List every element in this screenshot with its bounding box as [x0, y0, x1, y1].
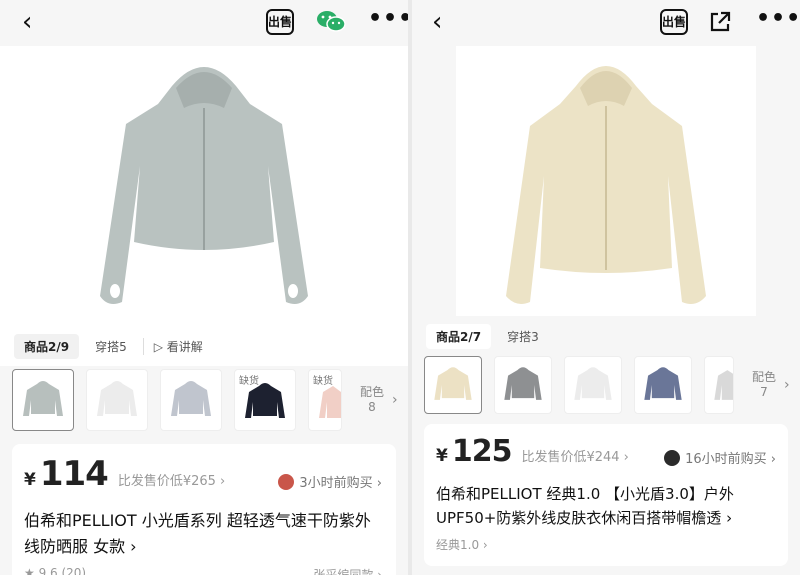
color-count: 配色 7 — [751, 370, 776, 399]
info-tabs: 商品2/9 穿搭5 ▷ 看讲解 — [0, 326, 408, 366]
jacket-thumb-icon — [644, 367, 682, 400]
top-bar: ‹ 出售 ••• — [0, 0, 408, 46]
jacket-thumb-icon — [574, 367, 612, 400]
price-comparison[interactable]: 比发售价低¥244 › — [521, 446, 628, 465]
product-image[interactable] — [0, 46, 408, 326]
jacket-thumb-icon — [714, 370, 733, 400]
back-chevron-icon[interactable]: ‹ — [432, 8, 442, 36]
jacket-thumb-icon — [504, 367, 542, 400]
currency-symbol: ¥ — [436, 446, 448, 466]
price-value: 125 — [451, 434, 513, 469]
sell-button[interactable]: 出售 — [660, 9, 688, 35]
color-thumbnails: 缺货 缺货 配色 8 › — [0, 366, 408, 434]
tab-outfits[interactable]: 穿搭3 — [507, 328, 539, 345]
top-bar: ‹ 出售 ••• — [412, 0, 800, 46]
recent-purchase[interactable]: 3小时前购买 › — [278, 472, 382, 491]
thumb-color-1[interactable] — [424, 356, 482, 414]
buyer-avatar — [278, 473, 295, 490]
thumb-color-4[interactable]: 缺货 — [234, 369, 296, 431]
jacket-thumb-icon — [434, 367, 472, 400]
product-title[interactable]: 伯希和PELLIOT 小光盾系列 超轻透气速干防紫外线防晒服 女款 › — [24, 508, 384, 560]
jacket-thumb-icon — [97, 381, 137, 416]
price-line: ¥ 114 比发售价低¥265 › — [24, 454, 225, 494]
price-line: ¥ 125 比发售价低¥244 › — [436, 434, 629, 469]
tab-products[interactable]: 商品2/7 — [426, 323, 492, 349]
thumb-color-3[interactable] — [160, 369, 222, 431]
color-thumbnails: 配色 7 › — [412, 352, 800, 418]
currency-symbol: ¥ — [24, 470, 36, 490]
color-count: 配色 8 — [359, 385, 384, 414]
tab-video-explain[interactable]: ▷ 看讲解 — [142, 337, 203, 355]
product-title[interactable]: 伯希和PELLIOT 经典1.0 【小光盾3.0】户外UPF50+防紫外线皮肤衣… — [436, 482, 776, 530]
chevron-right-icon: › — [392, 392, 398, 408]
jacket-thumb-icon — [171, 381, 211, 416]
share-icon[interactable] — [708, 10, 732, 34]
thumb-color-4[interactable] — [634, 356, 692, 414]
left-product-screen: ‹ 出售 ••• 商品2/9 穿搭5 ▷ 看讲解 — [0, 0, 408, 575]
price-card: ¥ 114 比发售价低¥265 › 3小时前购买 › 伯希和PELLIOT 小光… — [12, 444, 396, 575]
buyer-avatar — [664, 449, 681, 466]
tab-products[interactable]: 商品2/9 — [14, 333, 80, 359]
price-comparison[interactable]: 比发售价低¥265 › — [118, 470, 225, 489]
rating: ★ 9.6 (20) — [24, 566, 87, 575]
info-tabs: 商品2/7 穿搭3 — [412, 316, 800, 356]
tab-outfits[interactable]: 穿搭5 — [95, 338, 127, 355]
thumb-color-5[interactable] — [704, 356, 734, 414]
back-chevron-icon[interactable]: ‹ — [22, 8, 32, 36]
sell-button[interactable]: 出售 — [266, 9, 294, 35]
thumb-color-5[interactable]: 缺货 — [308, 369, 342, 431]
thumb-color-1[interactable] — [12, 369, 74, 431]
more-colors-button[interactable]: 配色 7 › — [746, 370, 790, 400]
more-menu-icon[interactable]: ••• — [368, 6, 408, 31]
recent-purchase-text: 16小时前购买 › — [685, 452, 776, 467]
out-of-stock-tag: 缺货 — [239, 376, 259, 387]
thumb-color-2[interactable] — [86, 369, 148, 431]
thumb-color-3[interactable] — [564, 356, 622, 414]
more-colors-button[interactable]: 配色 8 › — [354, 385, 398, 415]
right-product-screen: ‹ 出售 ••• 商品2/7 穿搭3 配色 7 › ¥ 125 比发售价低¥24… — [412, 0, 800, 575]
price-value: 114 — [39, 454, 109, 494]
related-link[interactable]: 张采编同款 › — [313, 566, 382, 575]
product-image[interactable] — [412, 46, 800, 326]
price-card: ¥ 125 比发售价低¥244 › 16小时前购买 › 伯希和PELLIOT 经… — [424, 424, 788, 566]
recent-purchase[interactable]: 16小时前购买 › — [664, 448, 776, 467]
jacket-thumb-icon — [23, 381, 63, 416]
thumb-color-2[interactable] — [494, 356, 552, 414]
jacket-illustration — [456, 46, 756, 316]
series-link[interactable]: 经典1.0 › — [436, 536, 488, 553]
wechat-icon[interactable] — [316, 9, 346, 33]
more-menu-icon[interactable]: ••• — [756, 6, 800, 31]
recent-purchase-text: 3小时前购买 › — [299, 476, 382, 491]
chevron-right-icon: › — [784, 377, 790, 393]
out-of-stock-tag: 缺货 — [313, 376, 333, 387]
jacket-illustration — [100, 67, 308, 304]
